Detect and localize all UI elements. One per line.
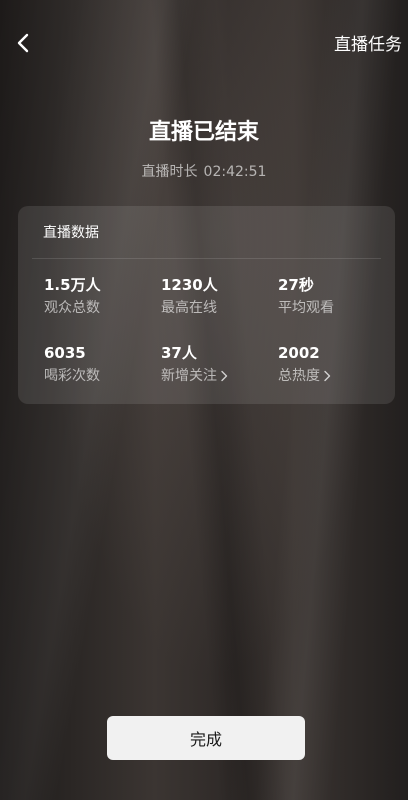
- stat-total-heat[interactable]: 2002 总热度: [278, 342, 388, 386]
- chevron-right-icon: [324, 370, 331, 382]
- stat-value: 1.5万人: [44, 276, 101, 294]
- stat-peak-online: 1230人 最高在线: [161, 274, 271, 318]
- live-tasks-link[interactable]: 直播任务: [334, 30, 402, 55]
- stat-label: 总热度: [278, 366, 388, 386]
- page-title: 直播已结束: [148, 120, 259, 145]
- stat-label: 新增关注: [161, 366, 271, 386]
- done-button[interactable]: 完成: [107, 716, 305, 760]
- stat-label: 平均观看: [278, 300, 334, 316]
- back-button[interactable]: [10, 28, 36, 58]
- stat-value: 27秒: [278, 276, 314, 294]
- duration-value: 02:42:51: [203, 164, 267, 180]
- duration-label: 直播时长: [141, 164, 198, 180]
- stat-label: 喝彩次数: [44, 368, 100, 384]
- stat-value: 1230人: [161, 276, 218, 294]
- stat-new-followers[interactable]: 37人 新增关注: [161, 342, 271, 386]
- card-divider: [32, 258, 381, 259]
- chevron-right-icon: [221, 370, 228, 382]
- live-stats-card: 直播数据 1.5万人 观众总数 1230人 最高在线 27秒 平均观看 6035…: [18, 206, 395, 404]
- live-duration: 直播时长 02:42:51: [0, 161, 408, 181]
- chevron-left-icon: [17, 33, 29, 53]
- card-title: 直播数据: [43, 225, 99, 241]
- stat-total-viewers: 1.5万人 观众总数: [44, 274, 154, 318]
- stat-average-watch: 27秒 平均观看: [278, 274, 388, 318]
- stat-label: 观众总数: [44, 300, 100, 316]
- stat-value: 2002: [278, 344, 320, 362]
- stat-cheers: 6035 喝彩次数: [44, 342, 154, 386]
- stat-value: 37人: [161, 344, 197, 362]
- stat-label: 最高在线: [161, 300, 217, 316]
- stat-value: 6035: [44, 344, 86, 362]
- top-bar: 直播任务: [0, 0, 408, 86]
